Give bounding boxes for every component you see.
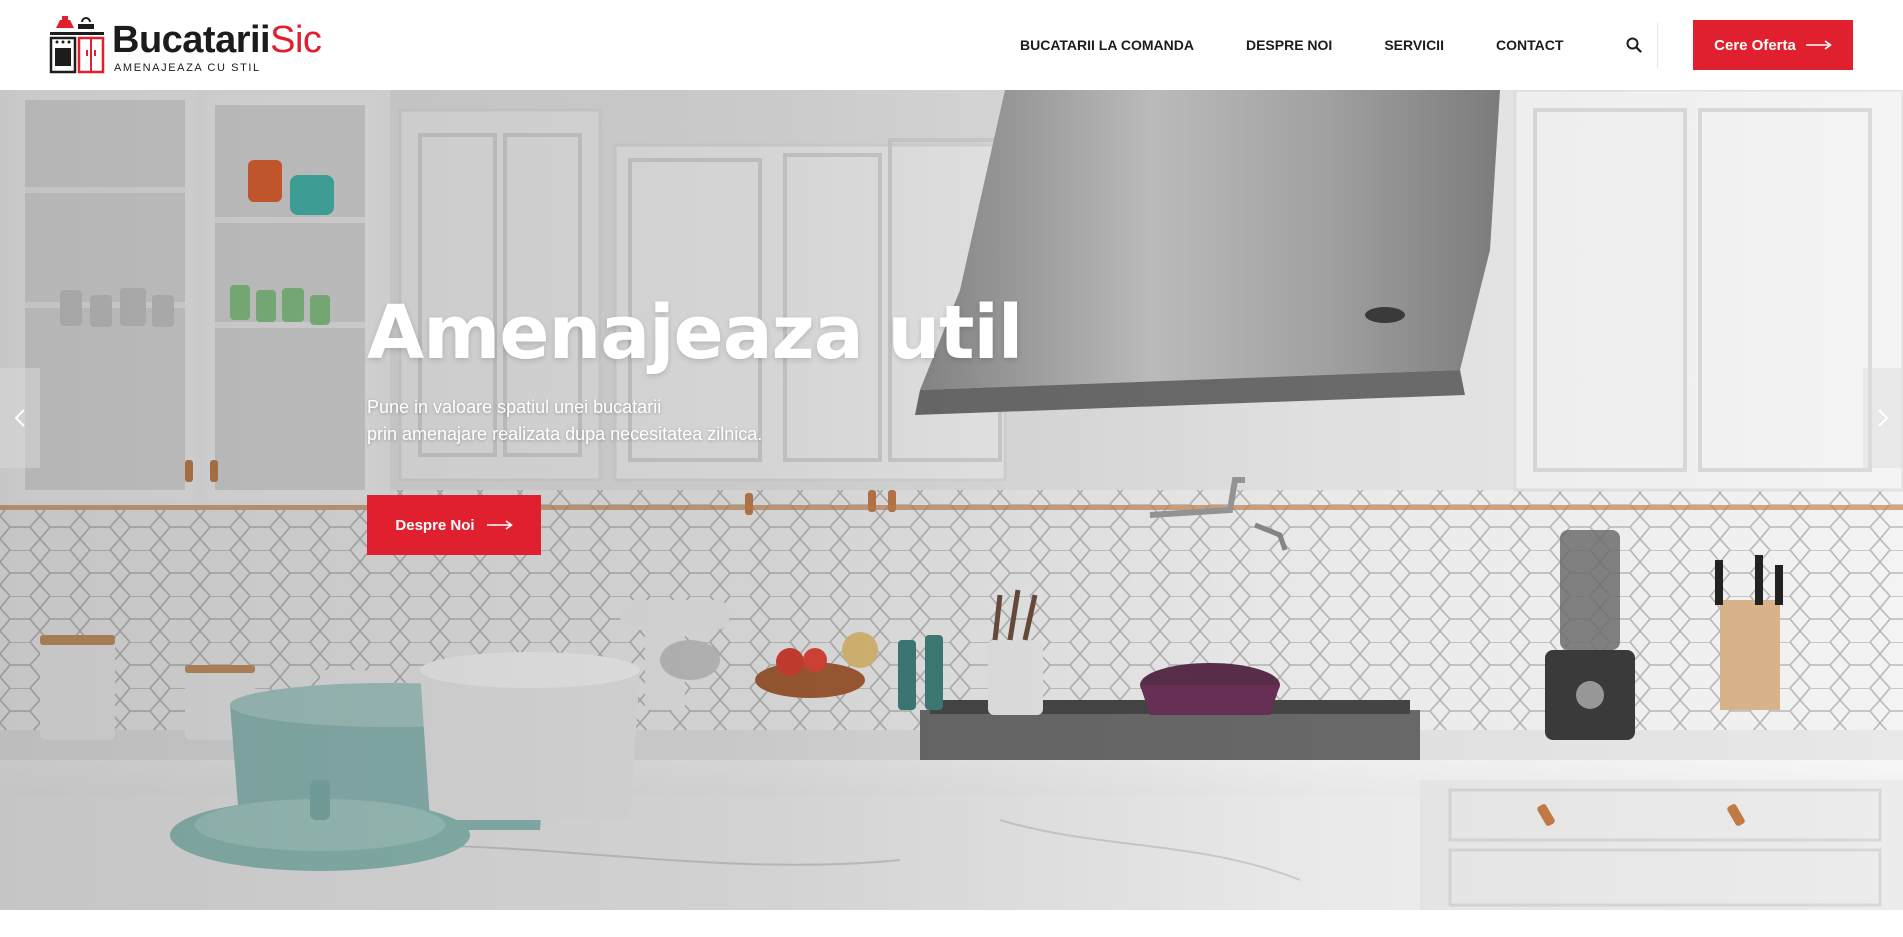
nav-item-bucatarii-la-comanda[interactable]: BUCATARII LA COMANDA	[1020, 37, 1194, 53]
search-icon	[1626, 37, 1642, 53]
chevron-right-icon	[1878, 409, 1889, 427]
logo[interactable]: BucatariiSic AMENAJEAZA CU STIL	[48, 16, 322, 76]
hero-subtitle-line-1: Pune in valoare spatiul unei bucatarii	[367, 397, 662, 417]
brand-name-red: Sic	[270, 19, 322, 61]
despre-noi-label: Despre Noi	[395, 516, 475, 534]
hero-subtitle: Pune in valoare spatiul unei bucatarii p…	[367, 394, 1127, 448]
hero-content: Amenajeaza util Pune in valoare spatiul …	[367, 290, 1127, 555]
nav-item-servicii[interactable]: SERVICII	[1384, 37, 1444, 53]
slider-prev-button[interactable]	[0, 368, 40, 468]
site-header: BucatariiSic AMENAJEAZA CU STIL BUCATARI…	[0, 0, 1903, 90]
page-bottom	[0, 910, 1903, 937]
cere-oferta-label: Cere Oferta	[1714, 36, 1796, 54]
arrow-right-icon	[486, 520, 513, 530]
hero-overlay	[0, 90, 1903, 910]
chevron-left-icon	[14, 409, 25, 427]
brand-name-dark: Bucatarii	[112, 19, 271, 61]
slider-next-button[interactable]	[1863, 368, 1903, 468]
hero-title: Amenajeaza util	[367, 290, 1023, 376]
brand-name: BucatariiSic	[112, 18, 322, 62]
search-button[interactable]	[1620, 30, 1648, 60]
nav-item-despre-noi[interactable]: DESPRE NOI	[1246, 37, 1332, 53]
main-nav: BUCATARII LA COMANDA DESPRE NOI SERVICII…	[1020, 0, 1563, 90]
hero-subtitle-line-2: prin amenajare realizata dupa necesitate…	[367, 424, 763, 444]
kitchen-logo-icon	[49, 16, 105, 74]
brand-tagline: AMENAJEAZA CU STIL	[114, 62, 261, 74]
despre-noi-button[interactable]: Despre Noi	[367, 495, 541, 555]
arrow-right-icon	[1805, 40, 1832, 50]
header-divider	[1657, 22, 1658, 68]
nav-item-contact[interactable]: CONTACT	[1496, 37, 1563, 53]
hero-slider: Amenajeaza util Pune in valoare spatiul …	[0, 90, 1903, 910]
cere-oferta-button[interactable]: Cere Oferta	[1693, 20, 1853, 70]
